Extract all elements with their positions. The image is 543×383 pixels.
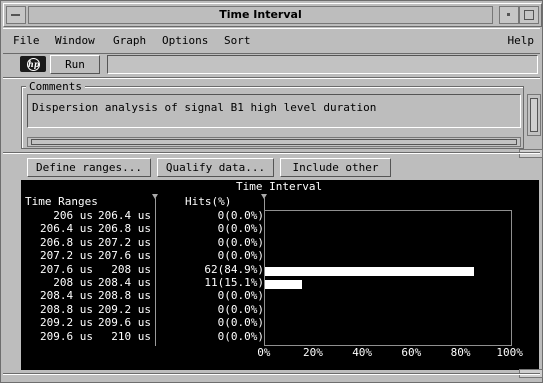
x-axis-tick-label: 80% [450, 346, 471, 359]
scroll-thumb[interactable] [31, 139, 517, 145]
x-axis-tick-label: 40% [352, 346, 373, 359]
range-to: 206.4 us [98, 209, 151, 222]
menu-bar: File Window Graph Options Sort Help [3, 28, 540, 54]
title-bar: Time Interval [3, 3, 542, 27]
hits-value: 0(0.0%) [217, 235, 264, 249]
define-ranges-button[interactable]: Define ranges... [27, 158, 151, 177]
divider [3, 77, 540, 79]
hits-value: 0(0.0%) [217, 222, 264, 236]
range-from: 207.2 us [40, 249, 93, 263]
menu-graph[interactable]: Graph [113, 34, 146, 47]
menu-help[interactable]: Help [508, 34, 535, 47]
hp-logo-text: hp [27, 58, 40, 71]
menu-sort[interactable]: Sort [224, 34, 251, 47]
window-menu-icon [11, 14, 20, 16]
maximize-icon [524, 10, 534, 20]
comments-horizontal-scrollbar[interactable] [27, 137, 521, 147]
comments-label: Comments [26, 80, 85, 93]
hp-logo: hp [20, 56, 46, 72]
menu-file[interactable]: File [13, 34, 40, 47]
run-toolbar: hp Run [3, 54, 540, 76]
chart-title: Time Interval [236, 180, 323, 193]
range-to: 210 us [111, 329, 151, 343]
range-to: 208.4 us [98, 276, 151, 289]
range-from: 208.4 us [40, 289, 93, 303]
hits-header[interactable]: Hits(%) [185, 196, 231, 208]
app-window: Time Interval File Window Graph Options … [0, 0, 543, 383]
maximize-button[interactable] [519, 6, 539, 24]
scroll-thumb[interactable] [530, 98, 538, 132]
histogram-bar [265, 280, 303, 289]
menu-options[interactable]: Options [162, 34, 208, 47]
column-divider [264, 198, 265, 210]
divider [3, 373, 540, 375]
histogram-plot [264, 210, 512, 346]
column-divider [155, 198, 156, 346]
window-title: Time Interval [28, 6, 493, 24]
range-to: 207.2 us [98, 235, 151, 249]
range-from: 206 us [53, 209, 93, 222]
range-to: 209.6 us [98, 316, 151, 330]
minimize-icon [507, 13, 510, 16]
range-from: 206.8 us [40, 235, 93, 249]
x-axis-tick-label: 60% [401, 346, 422, 359]
hits-value: 0(0.0%) [217, 329, 264, 343]
range-to: 206.8 us [98, 222, 151, 236]
range-from: 208 us [53, 276, 93, 289]
comments-text-field[interactable]: Dispersion analysis of signal B1 high le… [27, 94, 521, 128]
range-from: 206.4 us [40, 222, 93, 236]
comments-text: Dispersion analysis of signal B1 high le… [32, 101, 377, 114]
hits-value: 0(0.0%) [217, 316, 264, 330]
menu-window[interactable]: Window [55, 34, 95, 47]
histogram-table: Time Interval Time Ranges Hits(%) 206 us… [21, 180, 539, 370]
range-from: 207.6 us [40, 262, 93, 276]
x-axis-tick-label: 20% [303, 346, 323, 359]
window-menu-button[interactable] [6, 6, 26, 24]
qualify-data-button[interactable]: Qualify data... [157, 158, 274, 177]
x-axis-tick-label: 100% [496, 346, 523, 359]
hits-value: 62(84.9%) [204, 262, 264, 276]
hits-value: 0(0.0%) [217, 289, 264, 303]
histogram-bar [265, 266, 474, 276]
range-to: 208.8 us [98, 289, 151, 303]
hits-value: 0(0.0%) [217, 249, 264, 263]
include-other-button[interactable]: Include other [280, 158, 391, 177]
run-status-field [107, 55, 538, 74]
hits-value: 11(15.1%) [204, 276, 264, 289]
range-from: 208.8 us [40, 302, 93, 316]
x-axis-tick-label: 0% [257, 346, 271, 359]
range-to: 208 us [111, 262, 151, 276]
hits-value: 0(0.0%) [217, 302, 264, 316]
time-ranges-header[interactable]: Time Ranges [25, 196, 98, 208]
range-from: 209.6 us [40, 329, 93, 343]
range-to: 209.2 us [98, 302, 151, 316]
hits-value: 0(0.0%) [217, 209, 264, 222]
run-button[interactable]: Run [50, 55, 100, 74]
comments-vertical-scrollbar[interactable] [527, 94, 541, 136]
minimize-button[interactable] [499, 6, 519, 24]
divider [3, 152, 540, 154]
range-from: 209.2 us [40, 316, 93, 330]
range-to: 207.6 us [98, 249, 151, 263]
